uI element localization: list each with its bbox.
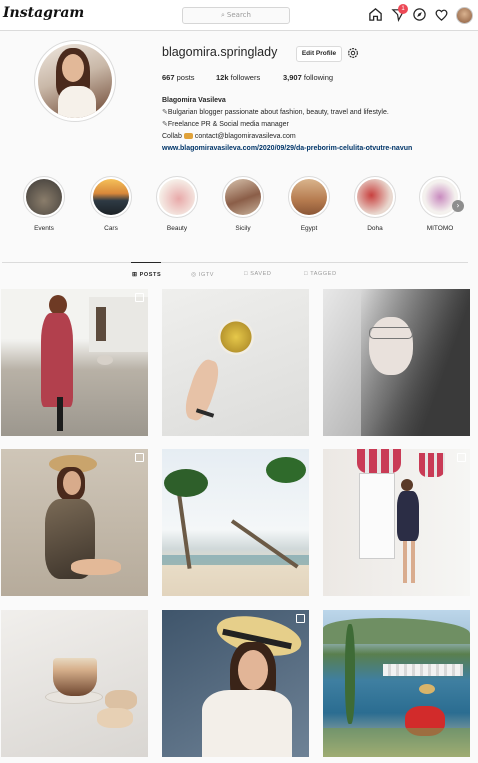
posts-count: 667 posts [162,73,195,82]
highlight-beauty[interactable]: Beauty [155,176,199,232]
post-thumbnail[interactable] [162,449,309,596]
profile-website-link[interactable]: www.blagomiravasileva.com/2020/09/29/da-… [162,143,472,155]
bio-line: ✎Bulgarian blogger passionate about fash… [162,109,389,116]
bookmark-icon: □ [244,271,249,277]
highlights-next-arrow-icon[interactable]: › [452,200,464,212]
profile-avatar[interactable] [38,44,112,118]
highlight-egypt[interactable]: Egypt [287,176,331,232]
profile-username: blagomira.springlady [162,45,278,59]
home-icon[interactable] [368,7,383,22]
story-highlights: Events Cars Beauty Sicily Egypt Doha MIT… [0,176,478,241]
igtv-icon: ◎ [191,272,197,278]
profile-full-name: Blagomira Vasileva [162,97,226,104]
tabs-divider [2,262,468,263]
edit-profile-button[interactable]: Edit Profile [296,46,342,62]
search-icon: ⌕ [221,11,225,19]
contact-email: contact@blagomiravasileva.com [194,133,296,140]
profile-avatar-nav[interactable] [456,7,473,24]
pointing-hand-icon [183,133,193,139]
bio-line: ✎Freelance PR & Social media manager [162,121,289,128]
post-thumbnail[interactable] [323,449,470,596]
multiple-photos-icon [135,453,144,462]
following-count[interactable]: 3,907 following [283,73,333,82]
post-thumbnail[interactable] [1,289,148,436]
search-input[interactable]: ⌕ Search [182,7,290,24]
settings-gear-icon[interactable] [346,46,360,60]
post-thumbnail[interactable] [1,610,148,757]
tab-tagged[interactable]: □ TAGGED [304,271,337,277]
multiple-photos-icon [457,453,466,462]
explore-icon[interactable] [412,7,427,22]
grid-icon: ⊞ [132,272,138,278]
profile-bio: Blagomira Vasileva ✎Bulgarian blogger pa… [162,95,472,155]
notification-badge: 1 [398,4,408,14]
followers-count[interactable]: 12k followers [216,73,260,82]
active-tab-indicator [131,262,161,263]
tab-igtv[interactable]: ◎ IGTV [191,271,214,278]
post-thumbnail[interactable] [1,449,148,596]
post-thumbnail[interactable] [323,610,470,757]
multiple-photos-icon [296,614,305,623]
highlight-doha[interactable]: Doha [353,176,397,232]
tag-user-icon: □ [304,271,309,277]
bio-line: Collab contact@blagomiravasileva.com [162,133,296,140]
highlight-events[interactable]: Events [22,176,66,232]
activity-heart-icon[interactable] [434,7,449,22]
post-thumbnail[interactable] [323,289,470,436]
highlight-sicily[interactable]: Sicily [221,176,265,232]
instagram-logo[interactable]: Instagram [3,5,84,21]
tab-saved[interactable]: □ SAVED [244,271,271,277]
highlight-cars[interactable]: Cars [89,176,133,232]
search-placeholder: Search [226,11,251,19]
post-thumbnail[interactable] [162,610,309,757]
multiple-photos-icon [135,293,144,302]
post-thumbnail[interactable] [162,289,309,436]
top-navigation-bar: Instagram ⌕ Search 1 [0,0,478,31]
tab-posts[interactable]: ⊞ POSTS [132,271,161,278]
